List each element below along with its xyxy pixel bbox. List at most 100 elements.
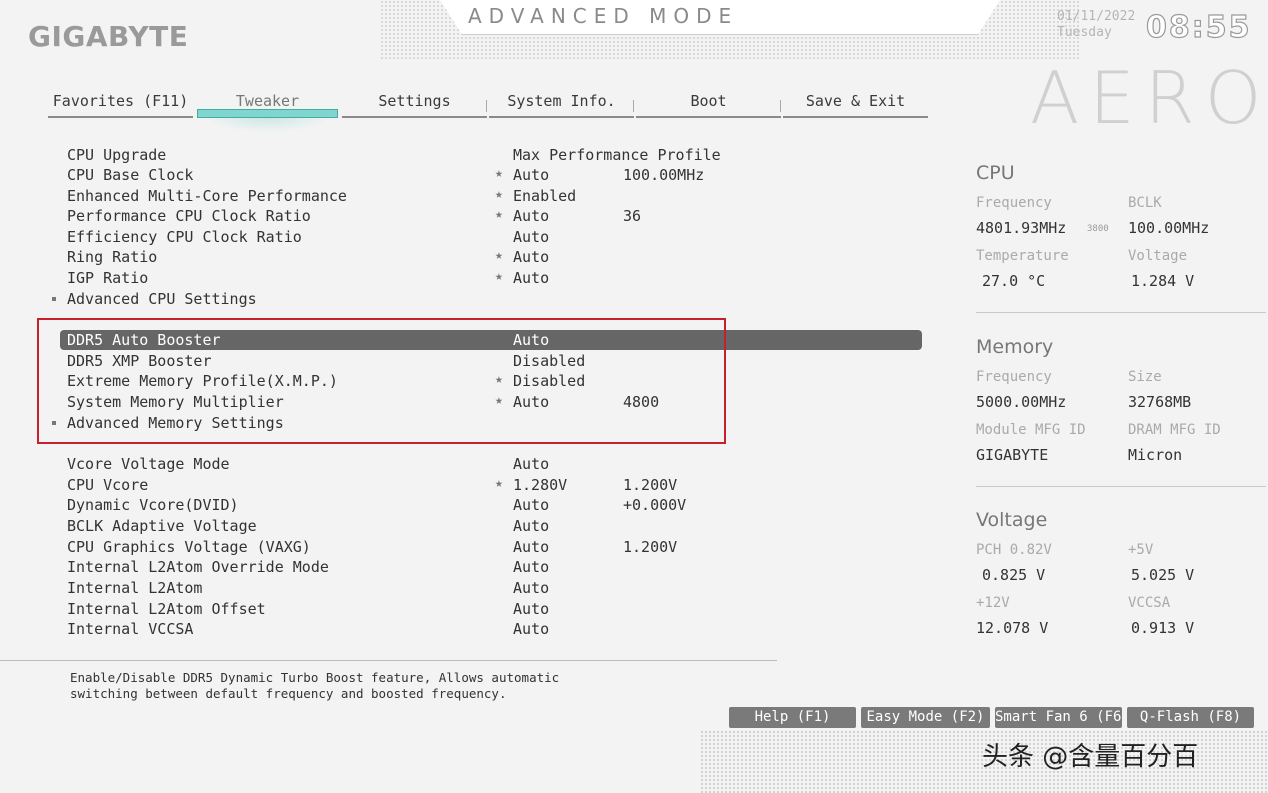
tab-label: System Info. — [507, 92, 616, 110]
tab-label: Tweaker — [235, 92, 300, 110]
day-value: Tuesday — [1057, 25, 1112, 40]
active-tab-glow — [205, 118, 330, 132]
setting-value[interactable]: Auto — [513, 599, 549, 619]
star-icon: ★ — [495, 187, 503, 202]
help-description: Enable/Disable DDR5 Dynamic Turbo Boost … — [70, 670, 559, 702]
gigabyte-logo: GIGABYTE — [28, 20, 189, 53]
setting-row-l2atom-override[interactable]: Internal L2Atom Override Mode Auto — [60, 557, 922, 577]
cpu-voltage-label: Voltage — [1128, 248, 1188, 264]
tab-save-exit[interactable]: Save & Exit — [783, 92, 928, 118]
setting-label: Vcore Voltage Mode — [67, 455, 230, 473]
help-divider — [0, 660, 777, 661]
panel-divider — [976, 486, 1266, 487]
setting-row-igp-ratio[interactable]: IGP Ratio ★ Auto — [60, 268, 922, 288]
help-button[interactable]: Help (F1) — [729, 707, 856, 728]
mem-size-value: 32768MB — [1128, 393, 1192, 411]
submenu-advanced-cpu-settings[interactable]: Advanced CPU Settings — [52, 289, 922, 309]
setting-label: Internal VCCSA — [67, 620, 194, 638]
voltage-section-title: Voltage — [976, 509, 1048, 531]
setting-row-dynamic-vcore[interactable]: Dynamic Vcore(DVID) Auto +0.000V — [60, 495, 922, 515]
star-icon: ★ — [495, 248, 503, 263]
tab-separator — [486, 100, 487, 112]
submenu-bullet-icon — [52, 297, 56, 301]
star-icon: ★ — [495, 476, 503, 491]
setting-value[interactable]: Auto — [513, 537, 549, 557]
setting-row-enhanced-multicore[interactable]: Enhanced Multi-Core Performance ★ Enabled — [60, 186, 922, 206]
clock-display: 08:55 — [1145, 9, 1252, 45]
tab-boot[interactable]: Boot — [636, 92, 781, 118]
cpu-section-title: CPU — [976, 162, 1015, 184]
setting-label: Internal L2Atom — [67, 579, 203, 597]
setting-value[interactable]: Auto — [513, 454, 549, 474]
page-title: ADVANCED MODE — [468, 4, 739, 28]
setting-row-bclk-adaptive[interactable]: BCLK Adaptive Voltage Auto — [60, 516, 922, 536]
setting-label: CPU Graphics Voltage (VAXG) — [67, 538, 311, 556]
setting-label: CPU Vcore — [67, 476, 149, 494]
setting-value[interactable]: Auto — [513, 619, 549, 639]
setting-value[interactable]: Auto — [513, 557, 549, 577]
setting-value[interactable]: Auto — [513, 206, 549, 226]
setting-label: CPU Base Clock — [67, 166, 194, 184]
panel-divider — [976, 312, 1266, 313]
setting-row-ring-ratio[interactable]: Ring Ratio ★ Auto — [60, 247, 922, 267]
cpu-bclk-value: 100.00MHz — [1128, 219, 1210, 237]
setting-row-perf-cpu-ratio[interactable]: Performance CPU Clock Ratio ★ Auto 36 — [60, 206, 922, 226]
cpu-freq-value: 4801.93MHz — [976, 219, 1067, 237]
cpu-temp-label: Temperature — [976, 248, 1069, 264]
setting-value[interactable]: Auto — [513, 227, 549, 247]
setting-label: IGP Ratio — [67, 269, 149, 287]
dram-mfg-label: DRAM MFG ID — [1128, 422, 1221, 438]
setting-value[interactable]: Max Performance Profile — [513, 145, 721, 165]
mode-title-plate: ADVANCED MODE — [440, 0, 1000, 36]
setting-value[interactable]: Auto — [513, 495, 549, 515]
setting-label: Performance CPU Clock Ratio — [67, 207, 311, 225]
easy-mode-button[interactable]: Easy Mode (F2) — [861, 707, 990, 728]
setting-value[interactable]: Auto — [513, 247, 549, 267]
setting-value[interactable]: 1.280V — [513, 475, 567, 495]
setting-row-cpu-upgrade[interactable]: CPU Upgrade Max Performance Profile — [60, 145, 922, 165]
setting-row-l2atom-offset[interactable]: Internal L2Atom Offset Auto — [60, 599, 922, 619]
setting-row-cpu-base-clock[interactable]: CPU Base Clock ★ Auto 100.00MHz — [60, 165, 922, 185]
help-line-2: switching between default frequency and … — [70, 686, 507, 701]
cpu-voltage-value: 1.284 V — [1131, 272, 1195, 290]
pch-label: PCH 0.82V — [976, 542, 1052, 558]
tab-label: Settings — [378, 92, 451, 110]
mem-freq-value: 5000.00MHz — [976, 393, 1067, 411]
cpu-freq-sub: 3800 — [1087, 224, 1109, 234]
setting-value[interactable]: Auto — [513, 165, 549, 185]
q-flash-button[interactable]: Q-Flash (F8) — [1127, 707, 1254, 728]
tab-favorites[interactable]: Favorites (F11) — [48, 92, 193, 118]
setting-value[interactable]: Auto — [513, 268, 549, 288]
setting-label: Dynamic Vcore(DVID) — [67, 496, 239, 514]
main-tabs: Favorites (F11) Tweaker Settings System … — [48, 92, 928, 132]
tab-separator — [780, 100, 781, 112]
setting-label: Enhanced Multi-Core Performance — [67, 187, 347, 205]
setting-value[interactable]: Enabled — [513, 186, 576, 206]
tab-settings[interactable]: Settings — [342, 92, 487, 118]
setting-current-value: 1.200V — [623, 476, 678, 494]
setting-row-vaxg[interactable]: CPU Graphics Voltage (VAXG) Auto 1.200V — [60, 537, 922, 557]
setting-row-eff-cpu-ratio[interactable]: Efficiency CPU Clock Ratio Auto — [60, 227, 922, 247]
dram-mfg-value: Micron — [1128, 446, 1183, 464]
setting-row-l2atom[interactable]: Internal L2Atom Auto — [60, 578, 922, 598]
setting-label: Advanced CPU Settings — [67, 290, 257, 308]
smart-fan-button[interactable]: Smart Fan 6 (F6) — [995, 707, 1122, 728]
cpu-temp-value: 27.0 °C — [982, 272, 1046, 290]
star-icon: ★ — [495, 207, 503, 222]
vccsa-value: 0.913 V — [1131, 619, 1195, 637]
tab-system-info[interactable]: System Info. — [489, 92, 634, 118]
setting-label: Internal L2Atom Offset — [67, 600, 266, 618]
setting-row-cpu-vcore[interactable]: CPU Vcore ★ 1.280V 1.200V — [60, 475, 922, 495]
setting-label: Ring Ratio — [67, 248, 158, 266]
tab-tweaker[interactable]: Tweaker — [195, 92, 340, 132]
cpu-freq-label: Frequency — [976, 195, 1052, 211]
mem-size-label: Size — [1128, 369, 1162, 385]
setting-value[interactable]: Auto — [513, 516, 549, 536]
tab-label: Favorites (F11) — [52, 92, 189, 110]
setting-label: BCLK Adaptive Voltage — [67, 517, 257, 535]
p12v-label: +12V — [976, 595, 1010, 611]
setting-value[interactable]: Auto — [513, 578, 549, 598]
setting-label: Internal L2Atom Override Mode — [67, 558, 329, 576]
setting-row-vccsa[interactable]: Internal VCCSA Auto — [60, 619, 922, 639]
setting-row-vcore-mode[interactable]: Vcore Voltage Mode Auto — [60, 454, 922, 474]
